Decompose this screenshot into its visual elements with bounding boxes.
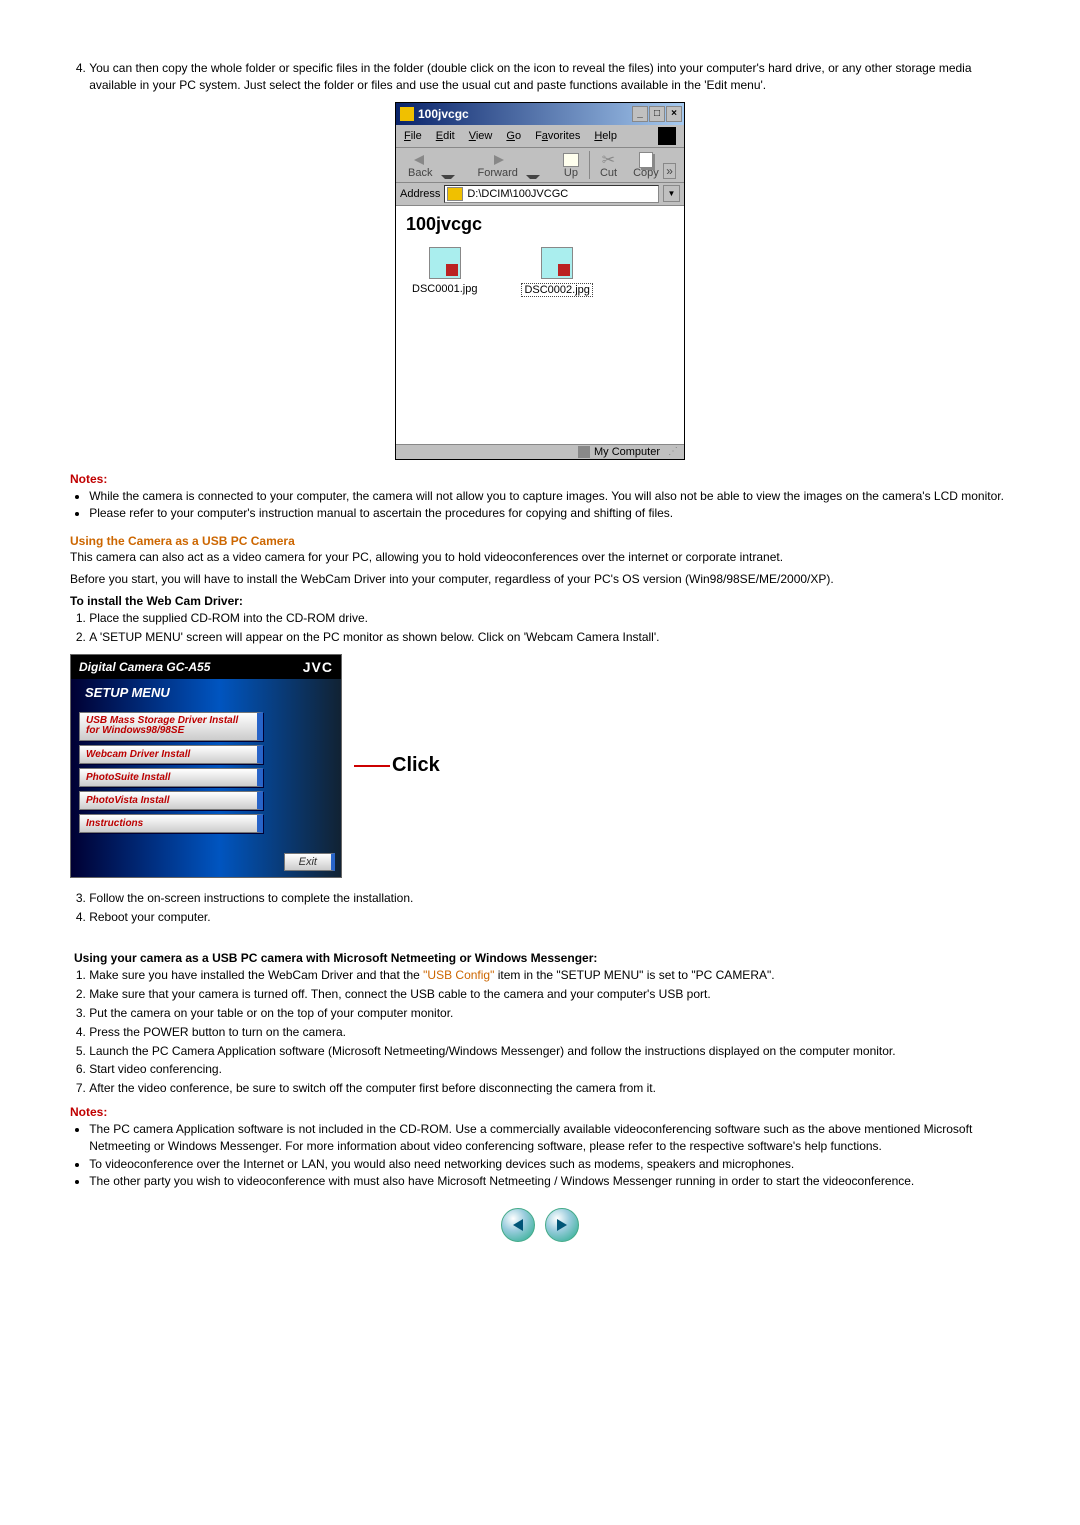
netmeeting-heading: Using your camera as a USB PC camera wit… [74,951,1010,965]
folder-small-icon [447,187,463,201]
address-dropdown-button[interactable]: ▼ [663,185,680,202]
step: Follow the on-screen instructions to com… [89,890,1010,907]
note-item: The other party you wish to videoconfere… [89,1173,1010,1190]
up-folder-icon [563,153,579,167]
menu-view[interactable]: View [469,130,493,142]
file-name: DSC0001.jpg [412,283,477,295]
intro-step-list: You can then copy the whole folder or sp… [70,60,1010,94]
minimize-button[interactable]: _ [632,106,648,122]
toolbar-back-label: Back [408,167,432,179]
step: Reboot your computer. [89,909,1010,926]
ie-logo-icon [658,127,676,145]
click-label: Click [392,754,440,777]
prev-page-button[interactable] [501,1208,535,1242]
intro-step-4: You can then copy the whole folder or sp… [89,60,1010,94]
explorer-window: 100jvcgc _ □ × File Edit View Go Favorit… [395,102,685,460]
note-item: To videoconference over the Internet or … [89,1156,1010,1173]
menu-edit[interactable]: Edit [436,130,455,142]
menu-item-mass-storage[interactable]: USB Mass Storage Driver Install for Wind… [79,712,263,741]
install-webcam-steps: Place the supplied CD-ROM into the CD-RO… [70,610,1010,646]
step: A 'SETUP MENU' screen will appear on the… [89,629,1010,646]
computer-icon [578,446,590,458]
usb-config-link[interactable]: "USB Config" [423,968,494,982]
toolbar-forward[interactable]: Forward [478,153,518,179]
address-path: D:\DCIM\100JVCGC [467,188,568,200]
step: After the video conference, be sure to s… [89,1080,1010,1097]
status-text: My Computer [594,446,660,458]
toolbar: Back Forward Up ✂ Cut [396,148,684,183]
forward-dropdown-icon[interactable] [526,175,540,179]
toolbar-overflow[interactable]: » [663,163,676,179]
jvc-logo: JVC [303,659,333,675]
notes-heading-2: Notes: [70,1105,1010,1119]
next-page-button[interactable] [545,1208,579,1242]
file-name-selected: DSC0002.jpg [521,283,592,297]
maximize-button[interactable]: □ [649,106,665,122]
menu-favorites[interactable]: Favorites [535,130,580,142]
menu-item-webcam-driver[interactable]: Webcam Driver Install [79,745,263,764]
exit-button[interactable]: Exit [284,853,335,871]
para: Before you start, you will have to insta… [70,572,1010,586]
file-item[interactable]: DSC0001.jpg [412,247,477,297]
address-input[interactable]: D:\DCIM\100JVCGC [444,185,659,203]
copy-icon [639,152,653,168]
step: Make sure that your camera is turned off… [89,986,1010,1003]
note-item: While the camera is connected to your co… [89,488,1010,505]
note-item: Please refer to your computer's instruct… [89,505,1010,522]
menu-item-photosuite[interactable]: PhotoSuite Install [79,768,263,787]
toolbar-cut[interactable]: ✂ Cut [600,153,617,179]
back-arrow-icon [414,155,424,165]
setup-menu-title: SETUP MENU [71,679,341,708]
section-usb-heading: Using the Camera as a USB PC Camera [70,534,1010,548]
toolbar-copy[interactable]: Copy [633,153,659,179]
notes-list-1: While the camera is connected to your co… [70,488,1010,523]
step: Launch the PC Camera Application softwar… [89,1043,1010,1060]
close-button[interactable]: × [666,106,682,122]
window-title: 100jvcgc [418,107,632,121]
forward-arrow-icon [494,155,504,165]
toolbar-up-label: Up [563,167,579,179]
image-file-icon [429,247,461,279]
setup-product-name: Digital Camera GC-A55 [79,660,210,674]
menu-go[interactable]: Go [506,130,521,142]
install-webcam-heading: To install the Web Cam Driver: [70,594,1010,608]
notes-heading-1: Notes: [70,472,1010,486]
toolbar-copy-label: Copy [633,167,659,179]
menu-help[interactable]: Help [594,130,617,142]
address-label: Address [400,188,440,200]
toolbar-cut-label: Cut [600,167,617,179]
file-item[interactable]: DSC0002.jpg [521,247,592,297]
step: Put the camera on your table or on the t… [89,1005,1010,1022]
toolbar-up[interactable]: Up [563,153,579,179]
install-webcam-steps-cont: Follow the on-screen instructions to com… [70,890,1010,926]
back-dropdown-icon[interactable] [441,175,455,179]
resize-grip-icon: ⋰ [668,446,678,457]
para: This camera can also act as a video came… [70,550,1010,564]
image-file-icon [541,247,573,279]
menu-item-photovista[interactable]: PhotoVista Install [79,791,263,810]
addressbar: Address D:\DCIM\100JVCGC ▼ [396,183,684,206]
step: Place the supplied CD-ROM into the CD-RO… [89,610,1010,627]
notes-list-2: The PC camera Application software is no… [70,1121,1010,1190]
step: Make sure you have installed the WebCam … [89,967,1010,984]
netmeeting-steps: Make sure you have installed the WebCam … [70,967,1010,1097]
note-item: The PC camera Application software is no… [89,1121,1010,1155]
step: Press the POWER button to turn on the ca… [89,1024,1010,1041]
cut-icon: ✂ [600,153,617,167]
statusbar: My Computer ⋰ [396,444,684,459]
folder-icon [400,107,414,121]
toolbar-back[interactable]: Back [408,153,432,179]
menu-file[interactable]: File [404,130,422,142]
step: Start video conferencing. [89,1061,1010,1078]
click-callout: Click [354,754,440,777]
folder-heading: 100jvcgc [406,214,674,235]
menubar: File Edit View Go Favorites Help [396,125,684,148]
callout-line-icon [354,765,390,767]
setup-menu-screenshot: Digital Camera GC-A55 JVC SETUP MENU USB… [70,654,342,878]
toolbar-forward-label: Forward [478,167,518,179]
menu-item-instructions[interactable]: Instructions [79,814,263,833]
explorer-content: 100jvcgc DSC0001.jpg DSC0002.jpg [396,206,684,444]
explorer-titlebar: 100jvcgc _ □ × [396,103,684,125]
